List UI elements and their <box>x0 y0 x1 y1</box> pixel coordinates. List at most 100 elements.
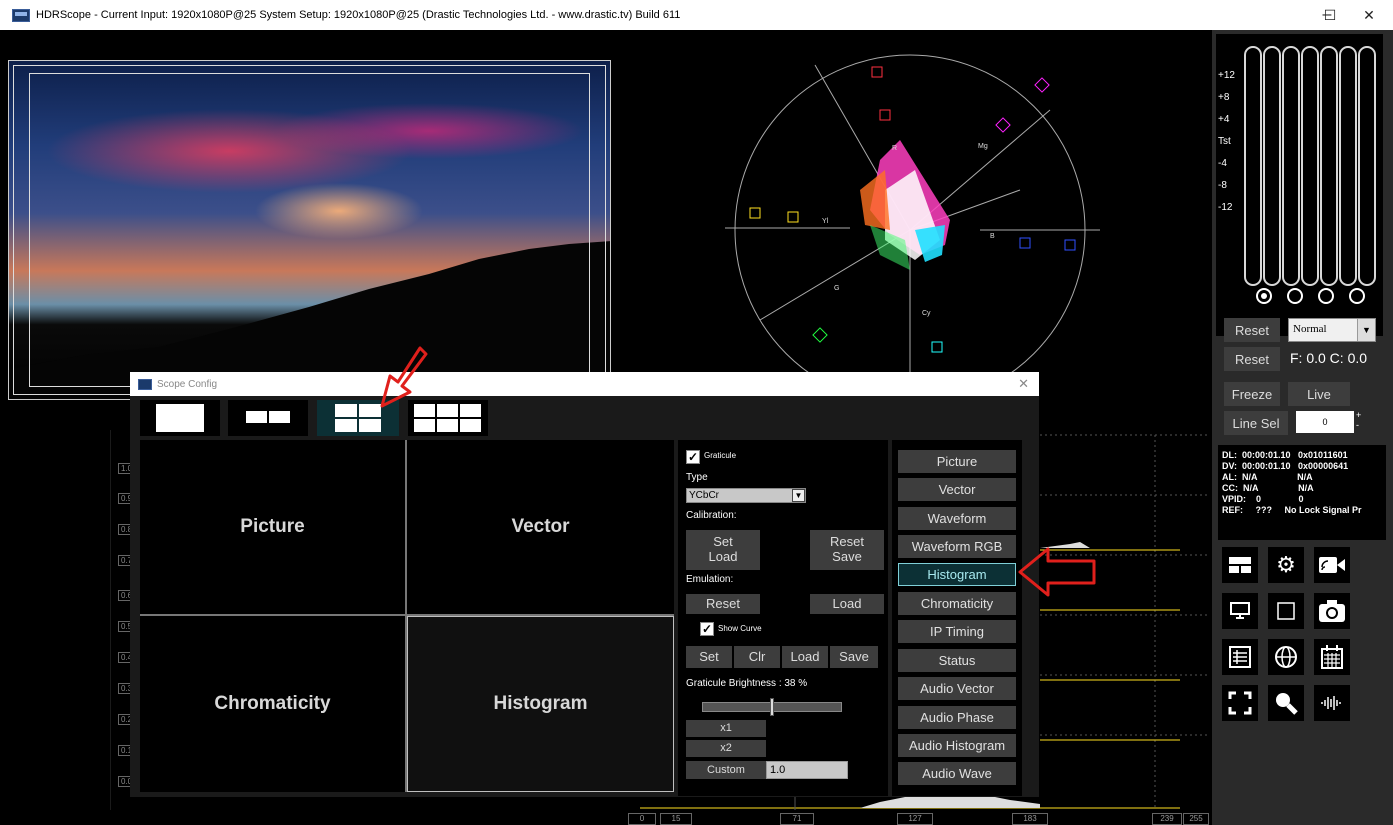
gear-icon[interactable]: ⚙ <box>1268 547 1304 583</box>
red-arrow-annotation <box>1018 547 1096 597</box>
layout-cell <box>246 411 267 423</box>
emulation-reset-button[interactable]: Reset <box>686 594 760 614</box>
camera-icon[interactable] <box>1314 593 1350 629</box>
scope-option-audio-wave[interactable]: Audio Wave <box>898 762 1016 785</box>
grid-cell-top-left[interactable]: Picture <box>140 440 405 614</box>
picture-view <box>8 60 611 400</box>
meter-scale-label: Tst <box>1218 136 1231 147</box>
type-select[interactable]: YCbCr ▼ <box>686 488 806 503</box>
graticule-label: Graticule <box>704 451 737 460</box>
meter-mode-select[interactable]: Normal ▼ <box>1288 318 1376 342</box>
calendar-icon[interactable] <box>1314 639 1350 675</box>
meter-pair-radio[interactable] <box>1349 288 1365 304</box>
monitor-icon[interactable] <box>1222 593 1258 629</box>
meter-pair-radio[interactable] <box>1318 288 1334 304</box>
freeze-button[interactable]: Freeze <box>1224 382 1280 406</box>
brightness-x2-button[interactable]: x2 <box>686 740 766 757</box>
curve-save-button[interactable]: Save <box>830 646 878 668</box>
layout-cell <box>460 419 481 432</box>
emulation-label: Emulation: <box>686 574 734 585</box>
table-icon[interactable] <box>1222 639 1258 675</box>
layout-2-button[interactable] <box>228 400 308 436</box>
vectorscope-view: R Mg Yl B G Cy <box>725 54 1100 380</box>
histogram-x-tick: 0 <box>628 813 656 825</box>
vector-label-r: R <box>892 145 897 152</box>
layout-cell <box>437 419 458 432</box>
grid-cell-bottom-right[interactable]: Histogram <box>407 616 674 792</box>
live-button[interactable]: Live <box>1288 382 1350 406</box>
scope-option-waveform-rgb[interactable]: Waveform RGB <box>898 535 1016 558</box>
line-select-stepper[interactable]: + - <box>1356 410 1361 430</box>
line-select-input[interactable]: 0 <box>1296 411 1354 433</box>
meter-reset-button[interactable]: Reset <box>1224 318 1280 342</box>
scope-type-list: Picture Vector Waveform Waveform RGB Histogr… <box>892 440 1022 796</box>
calibration-set-label: Set <box>713 534 733 549</box>
fullscreen-icon[interactable] <box>1222 685 1258 721</box>
meter-mode-value: Normal <box>1293 323 1327 335</box>
scope-option-vector[interactable]: Vector <box>898 478 1016 501</box>
globe-icon[interactable] <box>1268 639 1304 675</box>
scope-option-status[interactable]: Status <box>898 649 1016 672</box>
decrement-button[interactable]: - <box>1356 420 1361 430</box>
close-button[interactable]: ✕ <box>1346 0 1392 30</box>
layout-1-button[interactable] <box>140 400 220 436</box>
scope-option-audio-histogram[interactable]: Audio Histogram <box>898 734 1016 757</box>
fc-reset-button[interactable]: Reset <box>1224 347 1280 371</box>
scope-config-dialog: Scope Config ✕ Picture Vector Chromatici… <box>130 346 1096 797</box>
histogram-x-tick: 15 <box>660 813 692 825</box>
graticule-brightness-slider[interactable] <box>702 698 842 716</box>
vector-label-g: G <box>834 285 839 292</box>
increment-button[interactable]: + <box>1356 410 1361 420</box>
layout-cell <box>460 404 481 417</box>
slider-thumb[interactable] <box>770 698 774 716</box>
scope-option-chromaticity[interactable]: Chromaticity <box>898 592 1016 615</box>
curve-set-button[interactable]: Set <box>686 646 732 668</box>
emulation-load-button[interactable]: Load <box>810 594 884 614</box>
line-select-button[interactable]: Line Sel <box>1224 411 1288 435</box>
fc-readout: F: 0.0 C: 0.0 <box>1290 350 1368 366</box>
scope-option-ip-timing[interactable]: IP Timing <box>898 620 1016 643</box>
layout-icon[interactable] <box>1222 547 1258 583</box>
histogram-x-tick: 183 <box>1012 813 1048 825</box>
meter-bar <box>1358 46 1376 286</box>
layout-cell <box>437 404 458 417</box>
custom-brightness-input[interactable]: 1.0 <box>766 761 848 779</box>
type-select-value: YCbCr <box>689 490 720 501</box>
meter-bar <box>1282 46 1300 286</box>
brightness-x1-button[interactable]: x1 <box>686 720 766 737</box>
layout-cell <box>335 404 357 417</box>
meter-pair-radio[interactable] <box>1287 288 1303 304</box>
grid-cell-bottom-left[interactable]: Chromaticity <box>140 616 405 792</box>
video-cast-icon[interactable] <box>1314 547 1350 583</box>
scope-option-histogram[interactable]: Histogram <box>898 563 1016 586</box>
show-curve-checkbox[interactable]: ✓ <box>700 622 714 636</box>
meter-bar <box>1263 46 1281 286</box>
meter-pair-radio[interactable] <box>1256 288 1272 304</box>
curve-clear-button[interactable]: Clr <box>734 646 780 668</box>
dialog-close-button[interactable]: ✕ <box>1018 376 1029 392</box>
grid-cell-top-right[interactable]: Vector <box>407 440 674 614</box>
search-icon[interactable] <box>1268 685 1304 721</box>
calibration-set-load-button[interactable]: Set Load <box>686 530 760 570</box>
brightness-custom-button[interactable]: Custom <box>686 761 766 779</box>
square-icon[interactable] <box>1268 593 1304 629</box>
calibration-reset-label: Reset <box>830 534 864 549</box>
audio-waveform-icon[interactable] <box>1314 685 1350 721</box>
scope-option-picture[interactable]: Picture <box>898 450 1016 473</box>
meter-scale-label: -4 <box>1218 158 1227 169</box>
signal-info: DL: 00:00:01.10 0x01011601 DV: 00:00:01.… <box>1218 445 1386 540</box>
window-title: HDRScope - Current Input: 1920x1080P@25 … <box>36 9 681 21</box>
histogram-x-tick: 255 <box>1183 813 1209 825</box>
scope-option-waveform[interactable]: Waveform <box>898 507 1016 530</box>
meter-bar <box>1320 46 1338 286</box>
scope-option-audio-phase[interactable]: Audio Phase <box>898 706 1016 729</box>
layout-cell <box>359 419 381 432</box>
scope-option-audio-vector[interactable]: Audio Vector <box>898 677 1016 700</box>
graticule-checkbox[interactable]: ✓ <box>686 450 700 464</box>
histogram-x-tick: 71 <box>780 813 814 825</box>
curve-load-button[interactable]: Load <box>782 646 828 668</box>
type-label: Type <box>686 472 708 483</box>
title-bar: HDRScope - Current Input: 1920x1080P@25 … <box>0 0 1393 30</box>
meter-bar <box>1244 46 1262 286</box>
calibration-reset-save-button[interactable]: Reset Save <box>810 530 884 570</box>
